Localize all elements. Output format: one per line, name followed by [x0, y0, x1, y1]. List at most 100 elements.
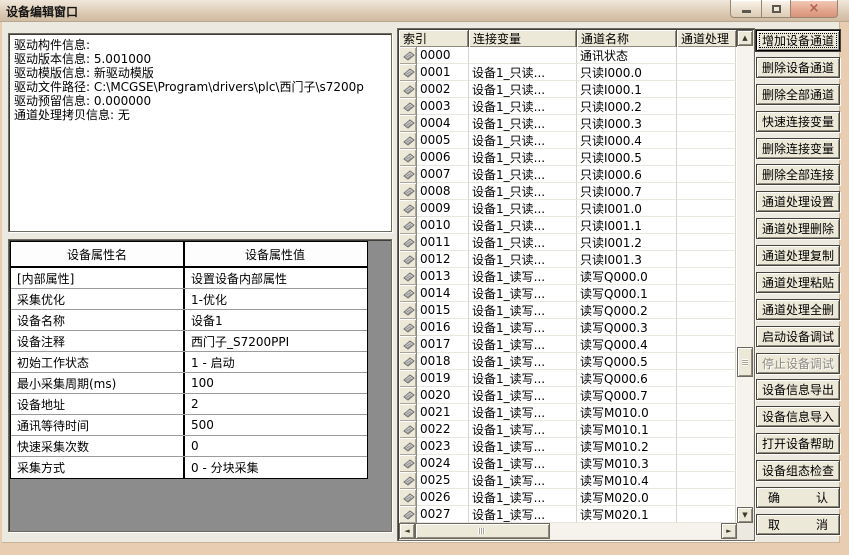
row-header-cell[interactable]	[399, 336, 417, 353]
row-header-cell[interactable]	[399, 387, 417, 404]
property-row[interactable]: 通讯等待时间 500	[11, 415, 367, 436]
property-value-cell[interactable]: 设备1	[185, 310, 365, 330]
row-header-cell[interactable]	[399, 319, 417, 336]
action-button[interactable]: 删除设备通道	[756, 57, 840, 78]
channel-row[interactable]: 0004 设备1_只读... 只读I000.3	[399, 115, 737, 132]
property-row[interactable]: 设备地址 2	[11, 394, 367, 415]
channel-row[interactable]: 0009 设备1_只读... 只读I001.0	[399, 200, 737, 217]
action-button[interactable]: 通道处理设置	[756, 191, 840, 212]
row-header-cell[interactable]	[399, 132, 417, 149]
property-value-cell[interactable]: 0 - 分块采集	[185, 457, 365, 478]
channel-row[interactable]: 0011 设备1_只读... 只读I001.2	[399, 234, 737, 251]
action-button[interactable]: 设备组态检查	[756, 460, 840, 481]
row-header-cell[interactable]	[399, 353, 417, 370]
property-row[interactable]: 最小采集周期(ms) 100	[11, 373, 367, 394]
action-button[interactable]: 删除全部连接	[756, 164, 840, 185]
action-button[interactable]: 通道处理粘贴	[756, 272, 840, 293]
row-header-cell[interactable]	[399, 438, 417, 455]
scroll-up-arrow[interactable]: ▲	[737, 30, 753, 46]
channel-row[interactable]: 0022 设备1_读写... 读写M010.1	[399, 421, 737, 438]
titlebar[interactable]: 设备编辑窗口 ×	[0, 0, 849, 22]
action-button[interactable]: 删除连接变量	[756, 138, 840, 159]
channel-row[interactable]: 0002 设备1_只读... 只读I000.1	[399, 81, 737, 98]
property-value-cell[interactable]: 0	[185, 436, 365, 456]
channel-row[interactable]: 0018 设备1_读写... 读写Q000.5	[399, 353, 737, 370]
channel-row[interactable]: 0027 设备1_读写... 读写M020.1	[399, 506, 737, 523]
action-button[interactable]: 设备信息导入	[756, 406, 840, 427]
action-button[interactable]: 通道处理删除	[756, 218, 840, 239]
row-header-cell[interactable]	[399, 47, 417, 64]
row-header-cell[interactable]	[399, 302, 417, 319]
property-value-cell[interactable]: 1 - 启动	[185, 352, 365, 372]
property-value-cell[interactable]: 西门子_S7200PPI	[185, 331, 365, 351]
action-button[interactable]: 打开设备帮助	[756, 433, 840, 454]
property-value-cell[interactable]: 设置设备内部属性	[185, 268, 365, 288]
row-header-cell[interactable]	[399, 234, 417, 251]
row-header-cell[interactable]	[399, 489, 417, 506]
row-header-cell[interactable]	[399, 455, 417, 472]
property-value-cell[interactable]: 2	[185, 394, 365, 414]
column-header-variable[interactable]: 连接变量	[469, 30, 577, 47]
row-header-cell[interactable]	[399, 268, 417, 285]
channel-row[interactable]: 0005 设备1_只读... 只读I000.4	[399, 132, 737, 149]
property-row[interactable]: 设备名称 设备1	[11, 310, 367, 331]
property-row[interactable]: 采集优化 1-优化	[11, 289, 367, 310]
action-button[interactable]: 启动设备调试	[756, 326, 840, 347]
action-button[interactable]: 快速连接变量	[756, 111, 840, 132]
channel-row[interactable]: 0019 设备1_读写... 读写Q000.6	[399, 370, 737, 387]
property-row[interactable]: 采集方式 0 - 分块采集	[11, 457, 367, 478]
channel-row[interactable]: 0025 设备1_读写... 读写M010.4	[399, 472, 737, 489]
action-button[interactable]: 删除全部通道	[756, 84, 840, 105]
row-header-cell[interactable]	[399, 81, 417, 98]
channel-row[interactable]: 0000 通讯状态	[399, 47, 737, 64]
row-header-cell[interactable]	[399, 217, 417, 234]
property-value-cell[interactable]: 500	[185, 415, 365, 435]
channel-row[interactable]: 0003 设备1_只读... 只读I000.2	[399, 98, 737, 115]
action-button[interactable]: 取 消	[756, 514, 840, 535]
close-button[interactable]: ×	[791, 0, 838, 18]
row-header-cell[interactable]	[399, 251, 417, 268]
scroll-down-arrow[interactable]: ▼	[737, 507, 753, 523]
channel-row[interactable]: 0026 设备1_读写... 读写M020.0	[399, 489, 737, 506]
row-header-cell[interactable]	[399, 200, 417, 217]
action-button[interactable]: 增加设备通道	[756, 30, 840, 51]
scroll-left-arrow[interactable]: ◄	[399, 523, 415, 539]
row-header-cell[interactable]	[399, 166, 417, 183]
action-button[interactable]: 确 认	[756, 487, 840, 508]
row-header-cell[interactable]	[399, 64, 417, 81]
action-button[interactable]: 停止设备调试	[756, 353, 840, 374]
action-button[interactable]: 通道处理复制	[756, 245, 840, 266]
row-header-cell[interactable]	[399, 285, 417, 302]
row-header-cell[interactable]	[399, 149, 417, 166]
action-button[interactable]: 设备信息导出	[756, 379, 840, 400]
column-header-index[interactable]: 索引	[399, 30, 469, 47]
row-header-cell[interactable]	[399, 421, 417, 438]
minimize-button[interactable]	[730, 0, 762, 18]
property-row[interactable]: 初始工作状态 1 - 启动	[11, 352, 367, 373]
row-header-cell[interactable]	[399, 506, 417, 523]
row-header-cell[interactable]	[399, 404, 417, 421]
maximize-button[interactable]	[762, 0, 791, 18]
row-header-cell[interactable]	[399, 370, 417, 387]
channel-row[interactable]: 0017 设备1_读写... 读写Q000.4	[399, 336, 737, 353]
property-value-cell[interactable]: 1-优化	[185, 289, 365, 309]
channel-row[interactable]: 0010 设备1_只读... 只读I001.1	[399, 217, 737, 234]
channel-row[interactable]: 0012 设备1_只读... 只读I001.3	[399, 251, 737, 268]
horizontal-scrollbar[interactable]: ◄ ►	[399, 523, 737, 539]
row-header-cell[interactable]	[399, 98, 417, 115]
channel-row[interactable]: 0020 设备1_读写... 读写Q000.7	[399, 387, 737, 404]
channel-row[interactable]: 0007 设备1_只读... 只读I000.6	[399, 166, 737, 183]
row-header-cell[interactable]	[399, 115, 417, 132]
channel-row[interactable]: 0024 设备1_读写... 读写M010.3	[399, 455, 737, 472]
row-header-cell[interactable]	[399, 472, 417, 489]
property-value-cell[interactable]: 100	[185, 373, 365, 393]
channel-row[interactable]: 0021 设备1_读写... 读写M010.0	[399, 404, 737, 421]
horizontal-scroll-thumb[interactable]	[415, 523, 550, 539]
channel-row[interactable]: 0016 设备1_读写... 读写Q000.3	[399, 319, 737, 336]
column-header-channel-name[interactable]: 通道名称	[577, 30, 677, 47]
channel-row[interactable]: 0023 设备1_读写... 读写M010.2	[399, 438, 737, 455]
channel-row[interactable]: 0013 设备1_读写... 读写Q000.0	[399, 268, 737, 285]
row-header-cell[interactable]	[399, 183, 417, 200]
channel-row[interactable]: 0001 设备1_只读... 只读I000.0	[399, 64, 737, 81]
vertical-scroll-track[interactable]	[737, 46, 753, 507]
